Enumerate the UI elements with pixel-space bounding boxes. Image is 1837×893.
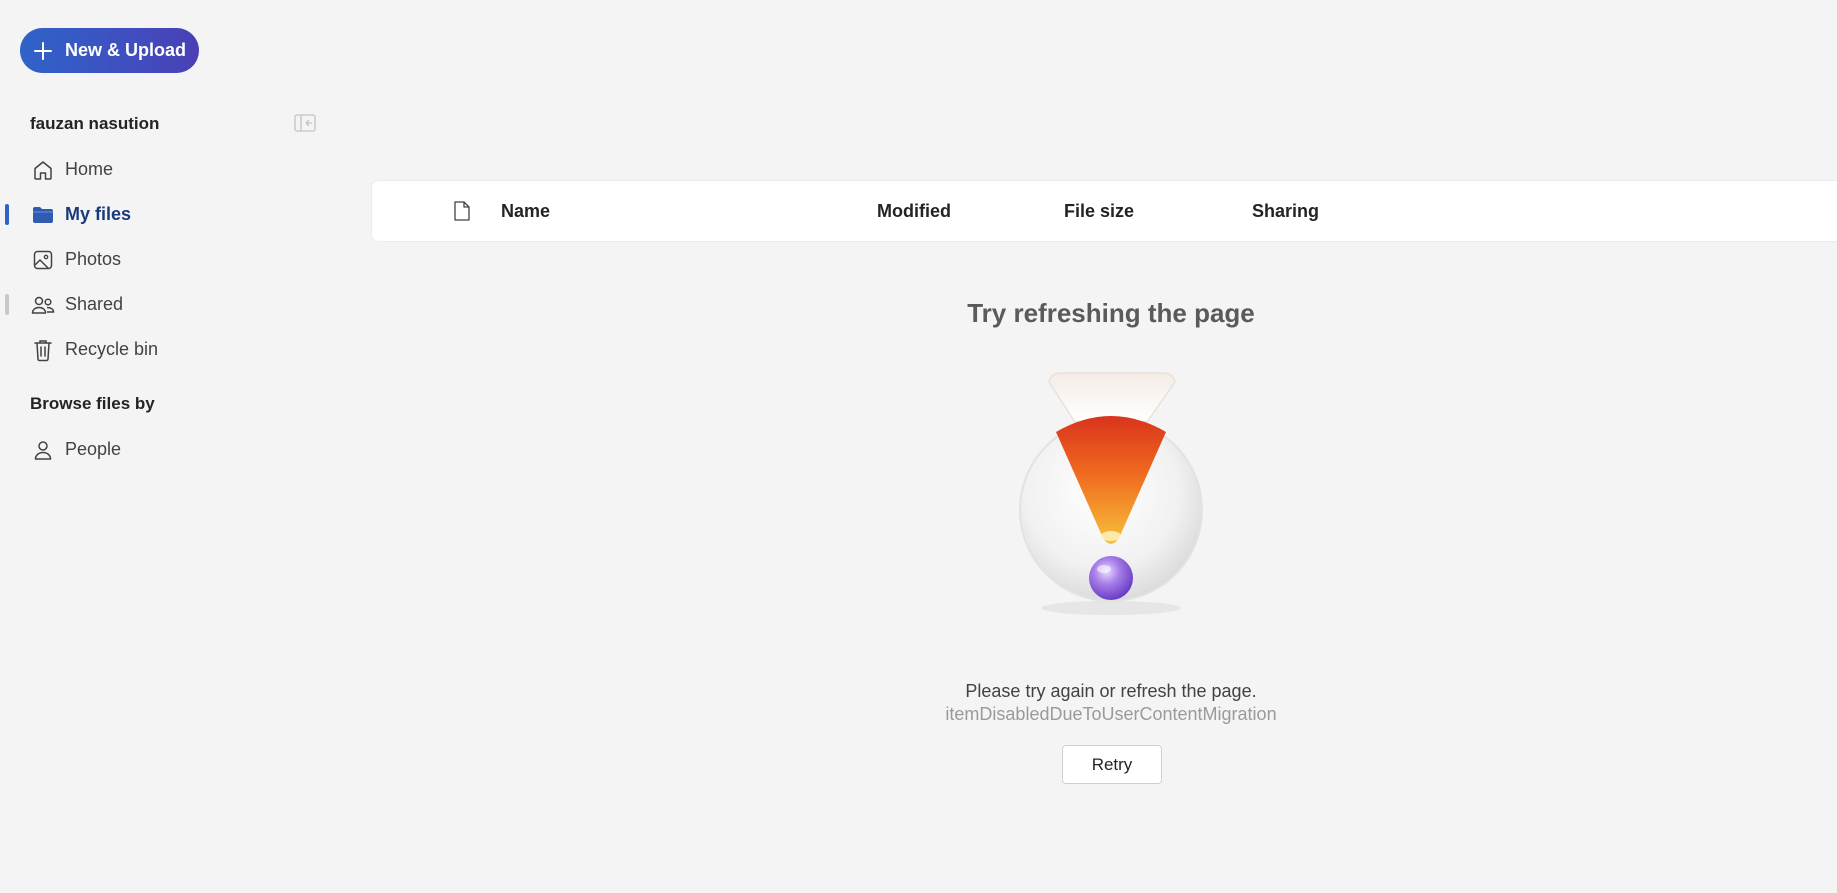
collapse-pane-icon[interactable] — [294, 114, 316, 132]
file-type-icon — [454, 201, 470, 221]
sidebar-item-photos[interactable]: Photos — [0, 237, 330, 282]
sidebar-item-people[interactable]: People — [0, 427, 330, 472]
sidebar-item-label: People — [65, 439, 122, 459]
account-name: fauzan nasution — [30, 114, 160, 133]
column-header-file-size[interactable]: File size — [1064, 201, 1134, 222]
new-upload-button[interactable]: New & Upload — [20, 28, 199, 73]
error-message: Please try again or refresh the page. — [965, 681, 1257, 701]
sidebar-item-my-files[interactable]: My files — [0, 192, 330, 237]
error-title: Try refreshing the page — [967, 298, 1255, 328]
sidebar-item-label: Photos — [65, 249, 122, 269]
sidebar-item-label: Recycle bin — [65, 339, 159, 359]
column-header-name[interactable]: Name — [501, 201, 550, 222]
retry-button[interactable]: Retry — [1062, 745, 1162, 784]
new-upload-label: New & Upload — [65, 40, 187, 60]
person-icon — [31, 438, 55, 462]
sidebar-item-recycle-bin[interactable]: Recycle bin — [0, 327, 330, 372]
trash-icon — [31, 338, 55, 362]
sidebar-item-label: My files — [65, 204, 132, 224]
column-header-modified[interactable]: Modified — [877, 201, 951, 222]
folder-icon — [31, 203, 55, 227]
sidebar-item-label: Home — [65, 159, 114, 179]
file-list-header: Name Modified File size Sharing — [371, 180, 1837, 242]
plus-icon — [34, 41, 52, 60]
error-code: itemDisabledDueToUserContentMigration — [945, 704, 1277, 724]
column-header-sharing[interactable]: Sharing — [1252, 201, 1319, 222]
sidebar-item-home[interactable]: Home — [0, 147, 330, 192]
sidebar-nav: Home My files Photos Shared Recycle bin — [0, 147, 330, 372]
browse-files-by-heading: Browse files by — [30, 394, 155, 413]
image-icon — [31, 248, 55, 272]
home-icon — [31, 158, 55, 182]
error-illustration — [1019, 372, 1203, 615]
